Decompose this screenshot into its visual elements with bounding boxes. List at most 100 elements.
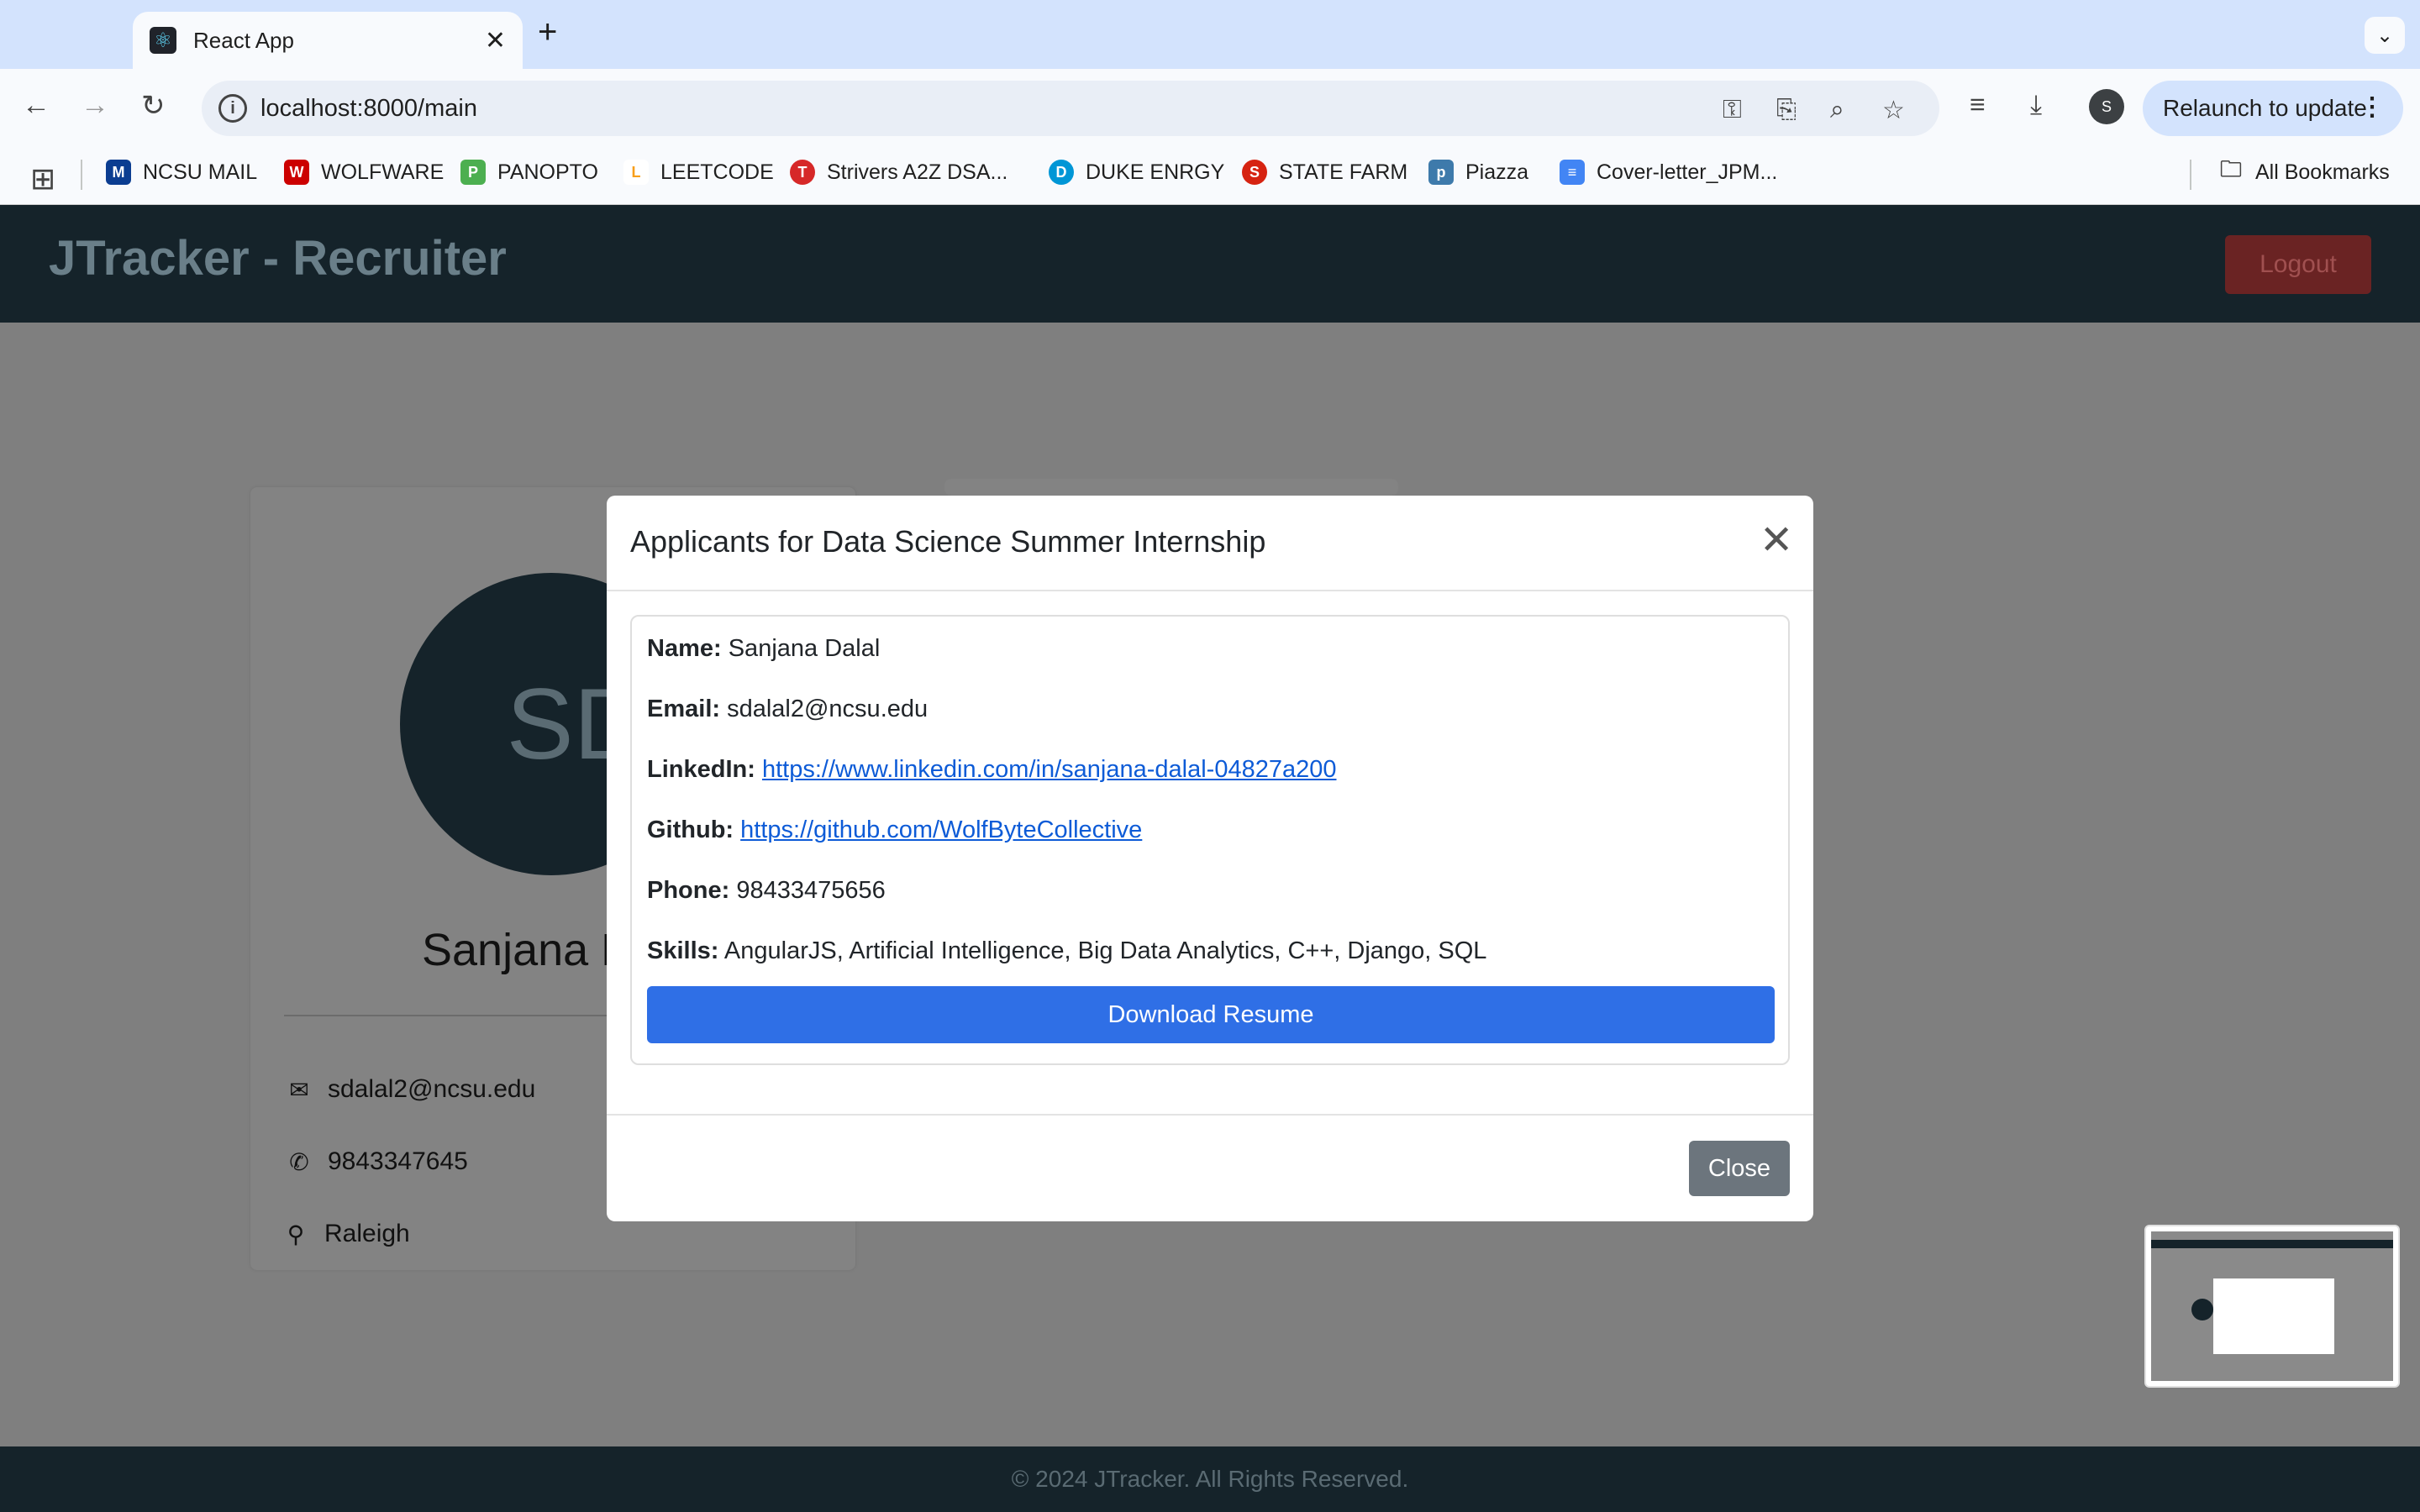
bookmark-label: Strivers A2Z DSA... [827,160,1008,184]
menu-dots-icon[interactable]: ⋮ [2360,92,2385,122]
app-title: JTracker - Recruiter [49,231,507,286]
bookmark-piazza[interactable]: p Piazza [1428,160,1528,185]
applicant-github: Github: https://github.com/WolfByteColle… [647,816,1142,844]
google-docs-icon: ≡ [1560,160,1585,185]
applicant-linkedin: LinkedIn: https://www.linkedin.com/in/sa… [647,756,1336,784]
relaunch-button[interactable]: Relaunch to update ⋮ [2143,81,2403,136]
screenshot-thumbnail[interactable] [2144,1225,2400,1388]
applicant-phone: Phone: 98433475656 [647,877,886,905]
logout-button[interactable]: Logout [2225,235,2371,294]
applicant-card: Name: Sanjana Dalal Email: sdalal2@ncsu.… [630,615,1790,1065]
app-header: JTracker - Recruiter Logout [0,205,2420,323]
field-value: sdalal2@ncsu.edu [727,696,929,722]
bookmarks-bar: ⊞ M NCSU MAIL W WOLFWARE P PANOPTO L LEE… [0,144,2420,205]
linkedin-link[interactable]: https://www.linkedin.com/in/sanjana-dala… [762,756,1337,783]
download-resume-button[interactable]: Download Resume [647,986,1775,1043]
piazza-icon: p [1428,160,1454,185]
state-farm-icon: S [1242,160,1267,185]
react-icon: ⚛ [150,27,176,54]
bookmarks-divider [81,160,82,190]
bookmark-state-farm[interactable]: S STATE FARM [1242,160,1407,185]
url-text[interactable]: localhost:8000/main [260,95,477,123]
bookmark-leetcode[interactable]: L LEETCODE [623,160,774,185]
ncsu-mail-icon: M [106,160,131,185]
close-button[interactable]: Close [1689,1141,1790,1196]
profile-name: Sanjana D [422,925,634,975]
field-value: Sanjana Dalal [728,635,881,662]
modal-footer-divider [607,1114,1813,1116]
applicants-modal: Applicants for Data Science Summer Inter… [607,496,1813,1221]
bookmark-label: DUKE ENRGY [1086,160,1225,184]
relaunch-label: Relaunch to update [2163,95,2367,121]
bookmark-label: Piazza [1465,160,1529,184]
back-icon[interactable]: ← [22,89,50,122]
all-bookmarks-button[interactable]: 🗀 All Bookmarks [2218,156,2390,185]
thumbnail-preview [2151,1231,2393,1381]
browser-toolbar: ← → ↻ i localhost:8000/main ⚿ ⎘ ⌕ ☆ ≡ ⤓ … [0,69,2420,144]
bookmark-label: PANOPTO [497,160,598,184]
bookmark-label: NCSU MAIL [143,160,258,184]
close-icon[interactable]: ✕ [1760,521,1793,561]
field-label: Phone: [647,877,730,904]
field-label: Github: [647,816,734,843]
profile-email: ✉ sdalal2@ncsu.edu [287,1075,535,1104]
wolfware-icon: W [284,160,309,185]
applicant-skills: Skills: AngularJS, Artificial Intelligen… [647,937,1486,965]
all-bookmarks-label: All Bookmarks [2255,160,2390,184]
profile-phone-text: 9843347645 [328,1147,468,1175]
thumbnail-modal [2213,1278,2334,1354]
zoom-icon[interactable]: ⌕ [1830,96,1844,124]
strivers-icon: T [790,160,815,185]
bookmark-panopto[interactable]: P PANOPTO [460,160,598,185]
media-controls-icon[interactable]: ≡ [1970,89,1986,120]
bookmark-duke-energy[interactable]: D DUKE ENRGY [1049,160,1224,185]
site-info-icon[interactable]: i [218,94,247,123]
profile-location-text: Raleigh [324,1220,410,1247]
bookmark-label: WOLFWARE [321,160,445,184]
field-value: 98433475656 [736,877,886,904]
apps-grid-icon[interactable]: ⊞ [30,161,55,197]
bookmark-ncsu-mail[interactable]: M NCSU MAIL [106,160,257,185]
leetcode-icon: L [623,160,649,185]
bookmark-label: LEETCODE [660,160,774,184]
download-icon[interactable]: ⤓ [2030,89,2042,121]
field-label: Email: [647,696,721,722]
duke-energy-icon: D [1049,160,1074,185]
bookmark-star-icon[interactable]: ☆ [1882,96,1905,125]
bookmark-wolfware[interactable]: W WOLFWARE [284,160,444,185]
browser-tab[interactable]: ⚛ React App ✕ [133,12,523,69]
tab-search-icon[interactable]: ⌄ [2365,17,2405,54]
phone-icon: ✆ [289,1148,309,1175]
envelope-icon: ✉ [289,1076,309,1103]
field-value: AngularJS, Artificial Intelligence, Big … [723,937,1487,964]
field-label: Skills: [647,937,719,964]
tab-title: React App [193,27,294,53]
new-tab-button[interactable]: + [538,13,557,51]
map-pin-icon: ⚲ [287,1221,305,1247]
profile-avatar[interactable]: S [2089,89,2124,124]
folder-icon: 🗀 [2219,156,2242,181]
panopto-icon: P [460,160,486,185]
thumbnail-avatar [2191,1299,2213,1320]
bookmarks-divider [2190,160,2191,190]
thumbnail-header [2151,1240,2393,1248]
field-label: LinkedIn: [647,756,755,783]
reload-icon[interactable]: ↻ [141,89,166,123]
app-footer: © 2024 JTracker. All Rights Reserved. [0,1446,2420,1512]
applicant-name: Name: Sanjana Dalal [647,635,880,663]
forward-icon[interactable]: → [81,89,109,122]
address-bar[interactable]: i localhost:8000/main ⚿ ⎘ ⌕ ☆ [202,81,1939,136]
github-link[interactable]: https://github.com/WolfByteCollective [740,816,1142,843]
profile-email-text: sdalal2@ncsu.edu [328,1075,536,1103]
profile-location: ⚲ Raleigh [284,1220,410,1248]
applicant-email: Email: sdalal2@ncsu.edu [647,696,928,723]
bookmark-cover-letter[interactable]: ≡ Cover-letter_JPM... [1560,160,1777,185]
bookmark-label: Cover-letter_JPM... [1597,160,1778,184]
modal-title: Applicants for Data Science Summer Inter… [630,524,1266,559]
install-app-icon[interactable]: ⎘ [1776,96,1797,124]
key-icon[interactable]: ⚿ [1723,96,1742,124]
close-tab-icon[interactable]: ✕ [485,26,506,55]
bookmark-strivers[interactable]: T Strivers A2Z DSA... [790,160,1007,185]
tab-strip: ⚛ React App ✕ + ⌄ [0,0,2420,69]
field-label: Name: [647,635,722,662]
